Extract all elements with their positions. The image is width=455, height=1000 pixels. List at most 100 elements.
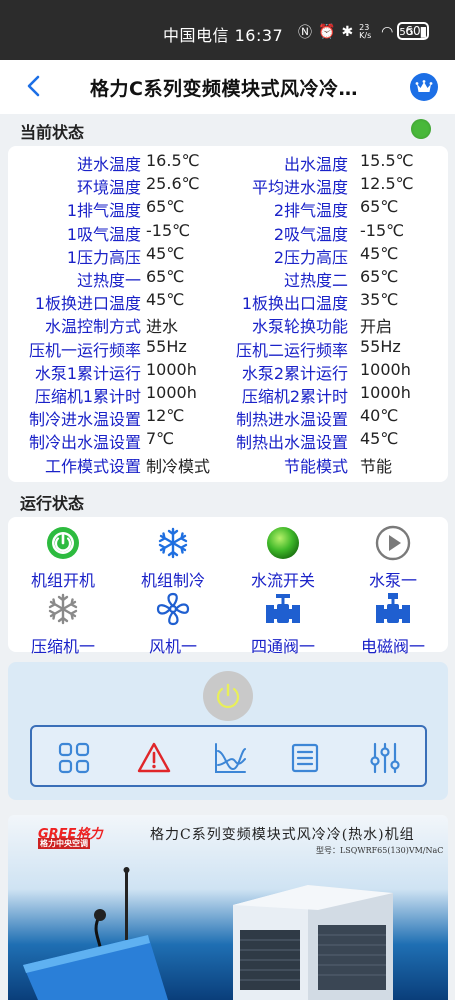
param-value: 15.5℃ (360, 151, 414, 170)
param-label: 1板换进口温度 (34, 294, 141, 314)
run-item-label: 电磁阀一 (360, 637, 425, 656)
param-value: 65℃ (146, 197, 185, 217)
param-value: 45℃ (146, 243, 185, 263)
param-value: 进水 (146, 317, 179, 337)
crown-icon (415, 80, 433, 92)
param-value: 25.6℃ (146, 174, 200, 194)
compressor-snowflake-icon (48, 593, 78, 625)
param-value: 45℃ (360, 243, 399, 263)
run-item-label: 机组制冷 (140, 571, 205, 590)
product-image (23, 867, 393, 1000)
dashboard-button[interactable] (57, 741, 91, 775)
back-button[interactable] (20, 72, 48, 100)
param-label: 过热度二 (283, 271, 348, 290)
warning-icon (137, 742, 171, 773)
param-label: 制冷出水温设置 (28, 433, 141, 453)
curve-button[interactable] (213, 741, 247, 775)
param-row: 环境温度 25.6℃ 平均进水温度 12.5℃ (8, 174, 448, 197)
sliders-icon (370, 742, 400, 774)
run-item-label: 水泵一 (368, 571, 417, 590)
param-value: 40℃ (360, 406, 399, 426)
run-item-solenoid-valve: 电磁阀一 (338, 591, 448, 657)
param-value: 1000h (146, 359, 197, 379)
run-item-fan: 风机一 (118, 591, 228, 657)
carrier-time: 中国电信 16:37 (163, 26, 284, 45)
param-value: 12.5℃ (360, 174, 414, 194)
param-value: 制冷模式 (146, 456, 211, 476)
bluetooth-icon: ✱ (341, 24, 354, 40)
run-item-label: 风机一 (148, 637, 197, 656)
param-label: 压缩机1累计时 (34, 387, 141, 406)
product-banner: GREE格力 格力中央空调 格力C系列变频模块式风冷冷(热水)机组 型号：LSQ… (8, 815, 448, 1000)
param-label: 工作模式设置 (44, 456, 141, 476)
param-label: 压机二运行频率 (235, 340, 348, 360)
run-item-four-way-valve: 四通阀一 (228, 591, 338, 657)
param-row: 1板换进口温度 45℃ 1板换出口温度 35℃ (8, 290, 448, 313)
param-label: 环境温度 (76, 178, 141, 198)
param-value: 12℃ (146, 406, 185, 426)
param-value: 65℃ (360, 267, 399, 286)
page-title: 格力C系列变频模块式风冷冷… (90, 78, 358, 100)
param-row: 1排气温度 65℃ 2排气温度 65℃ (8, 197, 448, 220)
chevron-left-icon (27, 75, 40, 97)
param-label: 制热出水温设置 (235, 433, 348, 453)
fan-icon (156, 592, 190, 626)
param-row: 1压力高压 45℃ 2压力高压 45℃ (8, 244, 448, 267)
alarm-button[interactable] (137, 741, 171, 775)
run-item-cooling: 机组制冷 (118, 525, 228, 591)
param-value: 55Hz (360, 336, 401, 356)
param-label: 水温控制方式 (44, 317, 141, 337)
param-row: 水温控制方式 进水 水泵轮换功能 开启 (8, 313, 448, 336)
param-value: 65℃ (360, 197, 399, 217)
records-button[interactable] (288, 741, 322, 775)
param-label: 1板换出口温度 (241, 294, 348, 314)
param-label: 制热进水温设置 (235, 410, 348, 430)
param-value: -15℃ (360, 220, 405, 240)
param-value: -15℃ (146, 220, 191, 240)
control-panel (8, 662, 448, 800)
param-label: 1吸气温度 (66, 224, 141, 244)
param-row: 过热度一 65℃ 过热度二 65℃ (8, 267, 448, 290)
param-label: 过热度一 (76, 271, 141, 290)
network-speed: 23 K/s (359, 23, 372, 40)
power-button[interactable] (203, 671, 253, 721)
param-label: 2吸气温度 (273, 224, 348, 244)
param-label: 平均进水温度 (251, 178, 348, 198)
settings-button[interactable] (368, 741, 402, 775)
param-value: 7℃ (146, 429, 175, 449)
param-label: 压机一运行频率 (28, 340, 141, 360)
param-value: 35℃ (360, 290, 399, 310)
param-value: 开启 (360, 317, 393, 337)
param-value: 1000h (360, 359, 411, 379)
param-value: 65℃ (146, 267, 185, 286)
param-label: 进水温度 (76, 155, 141, 174)
run-item-label: 水流开关 (250, 571, 315, 590)
status-bar: 中国电信 16:37 Ⓝ ⏰ ✱ 23 K/s ◠ 5G ▮ 60 (0, 0, 455, 60)
run-item-label: 压缩机一 (30, 637, 95, 656)
valve-icon (376, 593, 410, 623)
param-row: 进水温度 16.5℃ 出水温度 15.5℃ (8, 151, 448, 174)
power-button-icon (216, 683, 240, 709)
param-value: 45℃ (146, 290, 185, 310)
wifi-icon: ◠ (381, 24, 394, 40)
function-toolbar (30, 725, 427, 787)
param-value: 45℃ (360, 429, 399, 449)
param-row: 压缩机1累计时 1000h 压缩机2累计时 1000h (8, 383, 448, 406)
param-label: 制冷进水温设置 (28, 410, 141, 430)
run-item-flow-switch: 水流开关 (228, 525, 338, 591)
param-value: 1000h (360, 383, 411, 402)
pump-play-icon (375, 525, 411, 561)
chart-icon (215, 743, 246, 773)
flow-switch-icon (267, 527, 299, 559)
run-item-label: 机组开机 (30, 571, 95, 590)
param-label: 节能模式 (283, 456, 348, 476)
param-row: 工作模式设置 制冷模式 节能模式 节能 (8, 453, 448, 476)
crown-button[interactable] (410, 73, 438, 101)
nfc-icon: Ⓝ (298, 25, 312, 41)
battery-icon: 60 (397, 22, 429, 40)
run-item-compressor: 压缩机一 (8, 591, 118, 657)
param-value: 16.5℃ (146, 151, 200, 170)
param-row: 制冷出水温设置 7℃ 制热出水温设置 45℃ (8, 429, 448, 452)
list-icon (291, 743, 319, 773)
param-value: 节能 (360, 456, 393, 476)
